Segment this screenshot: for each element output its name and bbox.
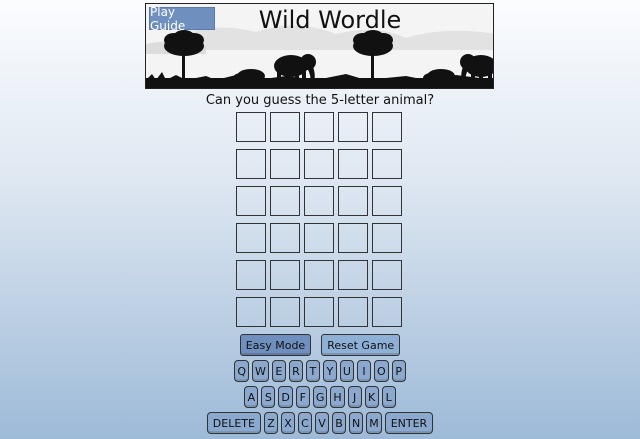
key-enter[interactable]: ENTER xyxy=(384,412,434,434)
key-j[interactable]: J xyxy=(347,386,362,408)
letter-tile xyxy=(236,297,266,327)
letter-tile xyxy=(270,297,300,327)
key-a[interactable]: A xyxy=(244,386,259,408)
tree-icon xyxy=(353,30,393,80)
key-p[interactable]: P xyxy=(391,360,406,382)
board-row xyxy=(236,149,402,179)
letter-tile xyxy=(304,186,334,216)
header-banner: Play Guide Wild Wordle xyxy=(145,3,494,89)
letter-tile xyxy=(236,186,266,216)
key-k[interactable]: K xyxy=(364,386,379,408)
letter-tile xyxy=(270,223,300,253)
letter-tile xyxy=(270,149,300,179)
keyboard-row-3: DELETE Z X C V B N M ENTER xyxy=(0,412,640,434)
easy-mode-button[interactable]: Easy Mode xyxy=(239,334,312,356)
key-l[interactable]: L xyxy=(381,386,396,408)
letter-tile xyxy=(304,260,334,290)
board-row xyxy=(236,260,402,290)
tree-icon xyxy=(164,30,204,80)
key-d[interactable]: D xyxy=(278,386,293,408)
letter-tile xyxy=(270,186,300,216)
game-prompt: Can you guess the 5-letter animal? xyxy=(205,93,435,108)
letter-tile xyxy=(372,112,402,142)
game-title: Wild Wordle xyxy=(258,6,402,34)
key-t[interactable]: T xyxy=(305,360,320,382)
letter-tile xyxy=(236,112,266,142)
letter-tile xyxy=(236,260,266,290)
letter-tile xyxy=(304,297,334,327)
key-h[interactable]: H xyxy=(330,386,345,408)
key-x[interactable]: X xyxy=(280,412,295,434)
letter-tile xyxy=(338,149,368,179)
key-o[interactable]: O xyxy=(373,360,389,382)
key-g[interactable]: G xyxy=(312,386,328,408)
keyboard-row-1: QWERTYUIOP xyxy=(0,360,640,382)
letter-tile xyxy=(338,223,368,253)
key-y[interactable]: Y xyxy=(322,360,337,382)
board-row xyxy=(236,223,402,253)
key-w[interactable]: W xyxy=(252,360,269,382)
play-guide-button[interactable]: Play Guide xyxy=(149,5,215,33)
letter-tile xyxy=(372,260,402,290)
key-i[interactable]: I xyxy=(356,360,371,382)
key-m[interactable]: M xyxy=(366,412,382,434)
key-v[interactable]: V xyxy=(314,412,329,434)
letter-tile xyxy=(304,149,334,179)
letter-tile xyxy=(338,186,368,216)
letter-tile xyxy=(372,297,402,327)
letter-tile xyxy=(338,260,368,290)
guess-board xyxy=(236,112,402,334)
letter-tile xyxy=(236,223,266,253)
letter-tile xyxy=(372,223,402,253)
letter-tile xyxy=(304,223,334,253)
control-bar: Easy Mode Reset Game xyxy=(0,334,640,356)
letter-tile xyxy=(270,260,300,290)
reset-game-button[interactable]: Reset Game xyxy=(321,334,401,356)
key-s[interactable]: S xyxy=(261,386,276,408)
letter-tile xyxy=(270,112,300,142)
key-z[interactable]: Z xyxy=(263,412,278,434)
key-u[interactable]: U xyxy=(339,360,354,382)
board-row xyxy=(236,186,402,216)
key-r[interactable]: R xyxy=(288,360,303,382)
letter-tile xyxy=(304,112,334,142)
keyboard-row-2: ASDFGHJKL xyxy=(0,386,640,408)
key-b[interactable]: B xyxy=(331,412,346,434)
letter-tile xyxy=(338,112,368,142)
board-row xyxy=(236,297,402,327)
letter-tile xyxy=(338,297,368,327)
letter-tile xyxy=(236,149,266,179)
board-row xyxy=(236,112,402,142)
key-q[interactable]: Q xyxy=(234,360,250,382)
key-n[interactable]: N xyxy=(348,412,364,434)
key-f[interactable]: F xyxy=(295,386,310,408)
key-e[interactable]: E xyxy=(271,360,286,382)
letter-tile xyxy=(372,149,402,179)
key-c[interactable]: C xyxy=(297,412,312,434)
key-delete[interactable]: DELETE xyxy=(206,412,261,434)
letter-tile xyxy=(372,186,402,216)
